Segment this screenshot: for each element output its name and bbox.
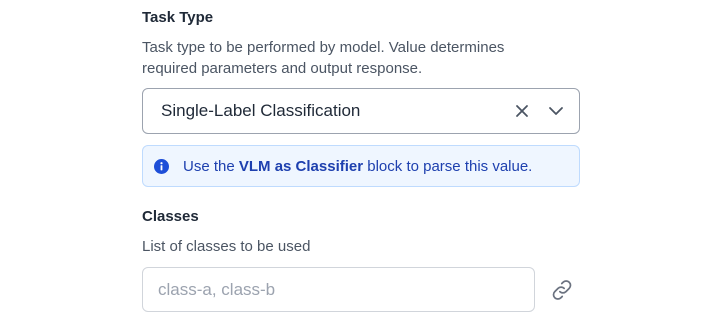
task-type-description: Task type to be performed by model. Valu… — [142, 37, 504, 79]
info-callout: Use the VLM as Classifier block to parse… — [142, 145, 580, 187]
info-icon — [154, 158, 169, 174]
task-type-description-line1: Task type to be performed by model. Valu… — [142, 39, 505, 56]
classes-description: List of classes to be used — [142, 238, 311, 255]
info-text-prefix: Use the — [183, 157, 239, 175]
info-callout-text: Use the VLM as Classifier block to parse… — [183, 158, 532, 175]
classes-label: Classes — [142, 208, 199, 225]
task-type-label: Task Type — [142, 9, 214, 26]
chevron-down-icon — [549, 107, 563, 115]
task-type-select[interactable]: Single-Label Classification — [142, 88, 580, 134]
clear-selection-button[interactable] — [507, 96, 537, 126]
link-input-button[interactable] — [548, 276, 576, 304]
link-icon — [552, 280, 572, 300]
task-type-selected-value: Single-Label Classification — [161, 101, 361, 120]
dropdown-toggle-button[interactable] — [541, 96, 571, 126]
close-icon — [516, 105, 528, 117]
info-text-suffix: block to parse this value. — [363, 157, 533, 175]
vlm-classifier-block-name: VLM as Classifier — [238, 157, 364, 175]
task-type-description-line2: required parameters and output response. — [142, 60, 423, 77]
classes-input[interactable] — [142, 267, 535, 312]
